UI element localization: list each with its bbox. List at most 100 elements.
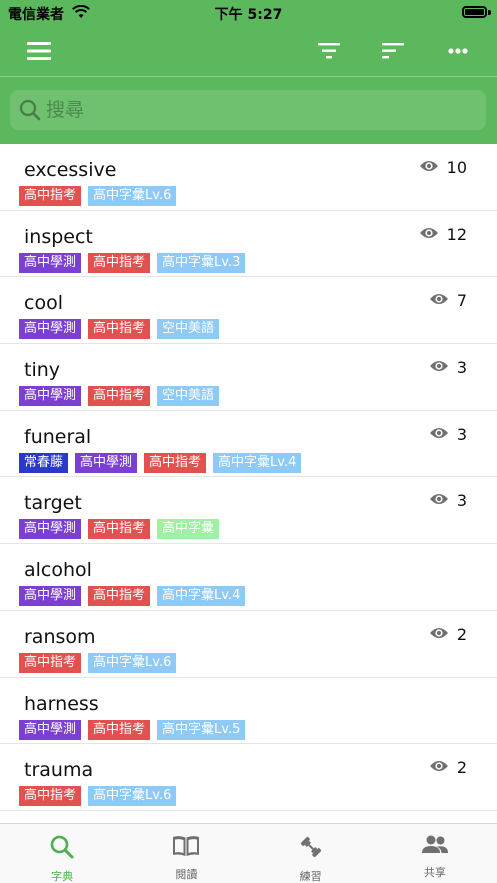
eye-icon bbox=[429, 625, 449, 644]
eye-icon bbox=[429, 291, 449, 310]
view-count: 2 bbox=[429, 625, 467, 644]
search-area bbox=[0, 77, 497, 144]
tab-practice[interactable]: 練習 bbox=[249, 824, 373, 883]
word-row[interactable]: inspect 高中學測 高中指考 高中字彙Lv.3 12 bbox=[0, 210, 497, 278]
tag-group: 高中學測 高中指考 高中字彙Lv.3 bbox=[19, 252, 246, 273]
category-tag: 高中學測 bbox=[75, 452, 138, 473]
tag-group: 高中指考 高中字彙Lv.6 bbox=[19, 652, 177, 673]
word-text: ransom bbox=[24, 625, 96, 648]
view-count: 12 bbox=[419, 225, 467, 244]
more-options-icon[interactable] bbox=[442, 35, 474, 67]
eye-icon bbox=[429, 425, 449, 444]
eye-icon bbox=[429, 758, 449, 777]
word-text: funeral bbox=[24, 425, 92, 448]
tab-share[interactable]: 共享 bbox=[373, 824, 497, 883]
category-tag: 高中指考 bbox=[19, 186, 82, 206]
view-count-value: 10 bbox=[446, 158, 467, 177]
status-bar: 電信業者 下午 5:27 bbox=[0, 0, 497, 26]
dumbbell-icon bbox=[298, 834, 324, 864]
view-count-value: 3 bbox=[456, 424, 467, 444]
book-icon bbox=[172, 834, 200, 862]
view-count-value: 12 bbox=[446, 224, 467, 244]
tag-group: 高中指考 高中字彙Lv.6 bbox=[19, 786, 177, 807]
view-count-value: 2 bbox=[456, 624, 467, 644]
filter-icon[interactable] bbox=[313, 35, 345, 67]
tab-label: 閱讀 bbox=[175, 868, 198, 881]
category-tag: 高中指考 bbox=[88, 386, 151, 407]
tab-label: 練習 bbox=[299, 870, 322, 883]
category-tag: 常春藤 bbox=[19, 452, 69, 473]
tab-label: 共享 bbox=[423, 866, 446, 879]
menu-icon[interactable] bbox=[23, 35, 55, 67]
word-text: trauma bbox=[24, 759, 94, 782]
eye-icon bbox=[429, 358, 449, 377]
category-tag: 空中美語 bbox=[157, 319, 220, 340]
battery-icon bbox=[462, 6, 487, 18]
category-tag: 高中指考 bbox=[88, 586, 151, 607]
eye-icon bbox=[429, 491, 449, 510]
category-tag: 高中指考 bbox=[88, 519, 151, 540]
word-text: alcohol bbox=[24, 559, 92, 582]
category-tag: 高中字彙Lv.6 bbox=[88, 186, 177, 206]
category-tag: 高中指考 bbox=[88, 252, 151, 273]
word-row[interactable]: cool 高中學測 高中指考 空中美語 7 bbox=[0, 277, 497, 345]
eye-icon bbox=[419, 158, 439, 177]
view-count: 3 bbox=[429, 491, 467, 510]
word-text: inspect bbox=[24, 225, 93, 248]
word-text: harness bbox=[24, 692, 99, 715]
category-tag: 高中學測 bbox=[19, 252, 82, 273]
view-count: 10 bbox=[419, 158, 467, 177]
category-tag: 高中字彙Lv.4 bbox=[213, 452, 302, 473]
category-tag: 高中字彙Lv.6 bbox=[88, 652, 177, 673]
clock: 下午 5:27 bbox=[214, 7, 283, 23]
category-tag: 高中學測 bbox=[19, 386, 82, 407]
people-icon bbox=[421, 834, 449, 860]
category-tag: 高中指考 bbox=[19, 786, 82, 807]
word-text: tiny bbox=[24, 359, 61, 382]
category-tag: 高中學測 bbox=[19, 319, 82, 340]
word-row[interactable]: harness 高中學測 高中指考 高中字彙Lv.5 bbox=[0, 677, 497, 745]
category-tag: 高中字彙Lv.4 bbox=[157, 586, 246, 607]
view-count-value: 7 bbox=[456, 291, 467, 311]
search-icon bbox=[18, 98, 42, 126]
word-text: excessive bbox=[24, 159, 117, 181]
tag-group: 高中學測 高中指考 高中字彙Lv.4 bbox=[19, 586, 246, 607]
tab-label: 字典 bbox=[51, 870, 74, 883]
search-input[interactable] bbox=[46, 96, 466, 124]
word-text: target bbox=[24, 492, 82, 515]
word-row[interactable]: target 高中學測 高中指考 高中字彙 3 bbox=[0, 477, 497, 545]
word-row[interactable]: ransom 高中指考 高中字彙Lv.6 2 bbox=[0, 610, 497, 678]
category-tag: 高中字彙Lv.3 bbox=[157, 252, 246, 273]
view-count: 3 bbox=[429, 358, 467, 377]
word-text: cool bbox=[24, 292, 63, 315]
word-row[interactable]: alcohol 高中學測 高中指考 高中字彙Lv.4 bbox=[0, 544, 497, 611]
tab-reading[interactable]: 閱讀 bbox=[124, 824, 248, 883]
search-icon bbox=[49, 834, 75, 864]
category-tag: 空中美語 bbox=[157, 386, 220, 407]
view-count-value: 3 bbox=[456, 491, 467, 511]
word-row[interactable]: funeral 常春藤 高中學測 高中指考 高中字彙Lv.4 3 bbox=[0, 410, 497, 478]
view-count: 3 bbox=[429, 425, 467, 444]
tag-group: 高中學測 高中指考 高中字彙 bbox=[19, 519, 220, 540]
search-box[interactable] bbox=[10, 90, 486, 130]
sort-icon[interactable] bbox=[377, 35, 409, 67]
category-tag: 高中指考 bbox=[144, 452, 207, 473]
tab-dictionary[interactable]: 字典 bbox=[0, 824, 124, 883]
tag-group: 高中指考 高中字彙Lv.6 bbox=[19, 186, 177, 206]
word-row[interactable]: tiny 高中學測 高中指考 空中美語 3 bbox=[0, 344, 497, 411]
category-tag: 高中學測 bbox=[19, 719, 82, 740]
category-tag: 高中指考 bbox=[88, 719, 151, 740]
category-tag: 高中字彙 bbox=[157, 519, 220, 540]
view-count: 7 bbox=[429, 291, 467, 310]
category-tag: 高中指考 bbox=[19, 652, 82, 673]
word-list: excessive 高中指考 高中字彙Lv.6 10 inspect 高中學測 高中指考 高中… bbox=[0, 144, 497, 811]
tag-group: 高中學測 高中指考 空中美語 bbox=[19, 386, 220, 407]
view-count-value: 3 bbox=[456, 358, 467, 378]
word-row[interactable]: trauma 高中指考 高中字彙Lv.6 2 bbox=[0, 744, 497, 811]
tag-group: 高中學測 高中指考 高中字彙Lv.5 bbox=[19, 719, 246, 740]
category-tag: 高中字彙Lv.5 bbox=[157, 719, 246, 740]
tag-group: 常春藤 高中學測 高中指考 高中字彙Lv.4 bbox=[19, 452, 302, 473]
eye-icon bbox=[419, 225, 439, 244]
word-row[interactable]: excessive 高中指考 高中字彙Lv.6 10 bbox=[0, 144, 497, 211]
category-tag: 高中學測 bbox=[19, 586, 82, 607]
